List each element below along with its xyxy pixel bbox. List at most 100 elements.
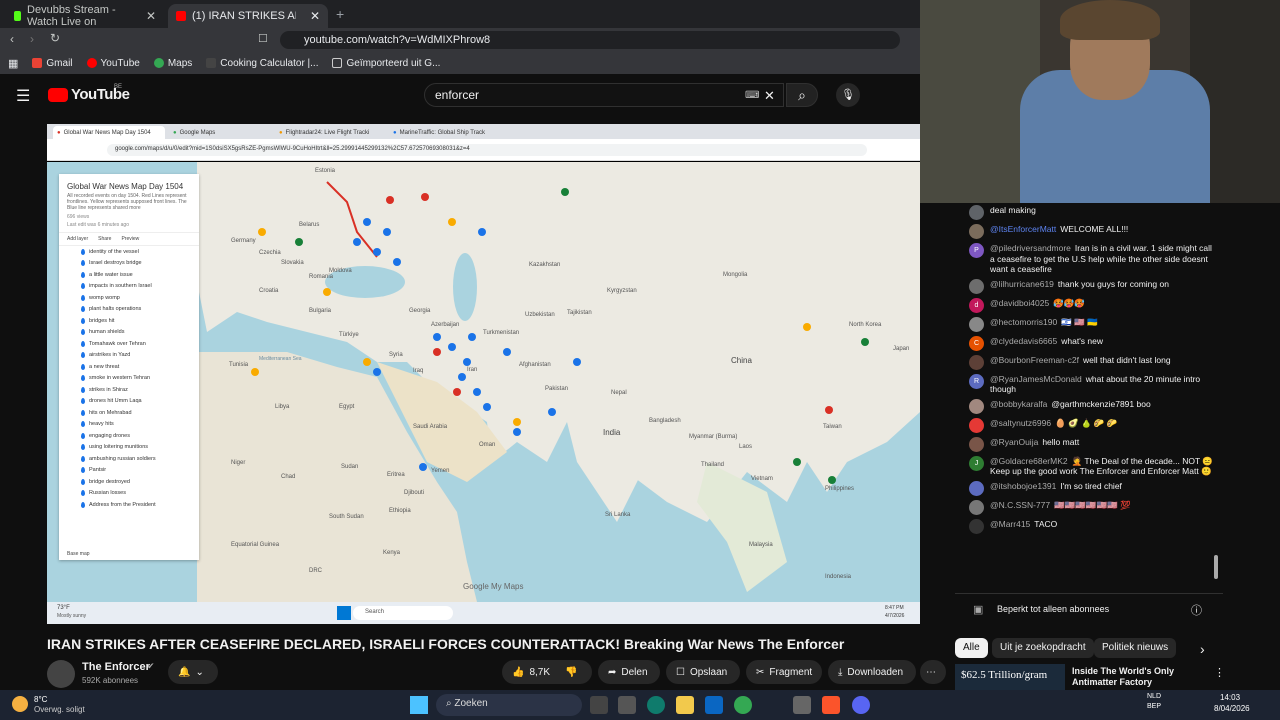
- apps-grid-icon[interactable]: ▦: [8, 57, 18, 70]
- clip-button[interactable]: ✂ Fragment: [746, 660, 822, 684]
- recommendation-thumbnail[interactable]: $62.5 Trillion/gram: [955, 664, 1065, 690]
- file-explorer-icon[interactable]: [676, 696, 694, 714]
- channel-avatar[interactable]: [47, 660, 75, 688]
- calculator-icon[interactable]: [793, 696, 811, 714]
- chevron-right-icon[interactable]: ›: [1200, 641, 1205, 657]
- chat-author[interactable]: @RyanOuija: [990, 437, 1038, 447]
- weather-temp[interactable]: 8°C: [34, 695, 47, 704]
- chrome-icon[interactable]: [734, 696, 752, 714]
- close-icon[interactable]: ✕: [146, 9, 156, 23]
- windows-start-icon[interactable]: [410, 696, 428, 714]
- chat-message[interactable]: @Marr415 TACO: [955, 517, 1223, 536]
- chat-message[interactable]: deal making: [955, 203, 1223, 222]
- browser-tab-1[interactable]: Devubbs Stream - Watch Live on ✕: [6, 4, 164, 28]
- chat-author[interactable]: @bobbykaralfa: [990, 399, 1047, 409]
- url-bar[interactable]: youtube.com/watch?v=WdMIXPhrow8: [280, 31, 900, 49]
- reload-icon[interactable]: ↻: [50, 31, 60, 45]
- chat-avatar[interactable]: d: [969, 297, 984, 313]
- like-count[interactable]: 8,7K: [529, 667, 550, 678]
- chat-message[interactable]: @BourbonFreeman-c2f well that didn't last…: [955, 353, 1223, 372]
- chat-avatar[interactable]: [969, 436, 984, 452]
- taskbar-date[interactable]: 8/04/2026: [1214, 704, 1250, 713]
- keyboard-layout[interactable]: BEP: [1147, 703, 1161, 710]
- more-actions-button[interactable]: ⋯: [920, 660, 946, 684]
- chip-politics[interactable]: Politiek nieuws: [1094, 638, 1177, 658]
- chat-message[interactable]: R @RyanJamesMcDonald what about the 20 min…: [955, 372, 1223, 397]
- bookmark-youtube[interactable]: YouTube: [86, 58, 140, 69]
- chat-author[interactable]: @lilhurricane619: [990, 279, 1054, 289]
- new-tab-button[interactable]: +: [336, 6, 344, 22]
- bookmark-icon[interactable]: ☐: [258, 32, 268, 45]
- bookmark-imported[interactable]: Geïmporteerd uit G...: [332, 58, 440, 69]
- chat-author[interactable]: @davidboi4025: [990, 298, 1049, 308]
- dislike-icon[interactable]: 👎: [565, 667, 577, 678]
- search-input[interactable]: enforcer: [424, 83, 784, 107]
- recommendation-title[interactable]: Inside The World's Only Antimatter Facto…: [1072, 666, 1202, 688]
- chat-message[interactable]: @ItsEnforcerMatt WELCOME ALL!!!: [955, 222, 1223, 241]
- like-icon[interactable]: 👍: [512, 667, 524, 678]
- chat-message[interactable]: @saltynutz6996 🥚 🥑 🍐 🌮 🌮: [955, 416, 1223, 435]
- search-button[interactable]: ⌕: [786, 83, 818, 107]
- taskbar-time[interactable]: 14:03: [1220, 693, 1240, 702]
- chat-author[interactable]: @saltynutz6996: [990, 418, 1051, 428]
- share-button[interactable]: ➦ Delen: [598, 660, 660, 684]
- chat-message[interactable]: @bobbykaralfa @garthmckenzie7891 boo: [955, 397, 1223, 416]
- save-button[interactable]: ☐ Opslaan: [666, 660, 740, 684]
- chat-author[interactable]: @itshobojoe1391: [990, 481, 1056, 491]
- chat-author[interactable]: @piledriversandmore: [990, 243, 1071, 253]
- chat-message[interactable]: P @piledriversandmore Iran is in a civil w…: [955, 241, 1223, 277]
- download-button[interactable]: ⤓ Downloaden: [828, 660, 916, 684]
- chat-avatar[interactable]: [969, 224, 984, 239]
- chat-avatar[interactable]: C: [969, 335, 984, 351]
- chip-all[interactable]: Alle: [955, 638, 988, 658]
- menu-icon[interactable]: ☰: [16, 86, 30, 106]
- clear-search-icon[interactable]: ✕: [764, 88, 775, 104]
- chat-author[interactable]: @ItsEnforcerMatt: [990, 224, 1056, 234]
- chat-avatar[interactable]: R: [969, 373, 984, 389]
- microphone-icon[interactable]: 🎙: [836, 83, 860, 107]
- chat-avatar[interactable]: J: [969, 455, 984, 471]
- notification-bell-button[interactable]: 🔔 ⌄: [168, 660, 218, 684]
- chat-author[interactable]: @Marr415: [990, 519, 1030, 529]
- chat-avatar[interactable]: P: [969, 243, 984, 258]
- task-view-icon[interactable]: [590, 696, 608, 714]
- video-player[interactable]: ● Global War News Map Day 1504 ● Google Ma…: [47, 124, 920, 624]
- weather-desc[interactable]: Overwg. soligt: [34, 705, 85, 714]
- chat-message[interactable]: @hectomorris190 🇮🇱 🇺🇸 🇺🇦: [955, 315, 1223, 334]
- chat-avatar[interactable]: [969, 398, 984, 414]
- weather-icon[interactable]: [12, 696, 28, 712]
- chat-message[interactable]: @N.C.SSN-777 🇺🇸🇺🇸🇺🇸🇺🇸🇺🇸🇺🇸 💯: [955, 498, 1223, 517]
- chat-message[interactable]: @itshobojoe1391 I'm so tired chief: [955, 479, 1223, 498]
- bookmark-maps[interactable]: Maps: [153, 58, 192, 69]
- chat-author[interactable]: @N.C.SSN-777: [990, 500, 1050, 510]
- chat-message[interactable]: @RyanOuija hello matt: [955, 435, 1223, 454]
- chat-author[interactable]: @hectomorris190: [990, 317, 1057, 327]
- taskbar-search[interactable]: ⌕ Zoeken: [436, 694, 582, 716]
- chat-avatar[interactable]: [969, 205, 984, 220]
- forward-icon[interactable]: ›: [30, 32, 34, 46]
- chat-avatar[interactable]: [969, 499, 984, 515]
- chat-avatar[interactable]: [969, 316, 984, 332]
- more-vert-icon[interactable]: ⋮: [1214, 666, 1225, 679]
- widgets-icon[interactable]: [618, 696, 636, 714]
- chat-message[interactable]: @lilhurricane619 thank you guys for comin…: [955, 277, 1223, 296]
- chat-scrollbar[interactable]: [1214, 555, 1218, 579]
- chat-avatar[interactable]: [969, 278, 984, 294]
- channel-name[interactable]: The Enforcer: [82, 661, 150, 673]
- back-icon[interactable]: ‹: [10, 32, 14, 46]
- chat-message[interactable]: d @davidboi4025 🥵🥵🥵: [955, 296, 1223, 315]
- chat-avatar[interactable]: [969, 354, 984, 370]
- language-code[interactable]: NLD: [1147, 693, 1161, 700]
- chat-author[interactable]: @RyanJamesMcDonald: [990, 374, 1082, 384]
- brave-icon[interactable]: [822, 696, 840, 714]
- chip-search[interactable]: Uit je zoekopdracht: [992, 638, 1094, 658]
- edge-icon[interactable]: [647, 696, 665, 714]
- keyboard-icon[interactable]: ⌨: [745, 90, 759, 101]
- chat-author[interactable]: @clydedavis6665: [990, 336, 1057, 346]
- chat-author[interactable]: @Goldacre68erMK2: [990, 456, 1068, 466]
- discord-icon[interactable]: [852, 696, 870, 714]
- bookmark-cooking[interactable]: Cooking Calculator |...: [206, 58, 318, 69]
- chat-avatar[interactable]: [969, 518, 984, 534]
- close-icon[interactable]: ✕: [310, 9, 320, 23]
- chat-avatar[interactable]: [969, 480, 984, 496]
